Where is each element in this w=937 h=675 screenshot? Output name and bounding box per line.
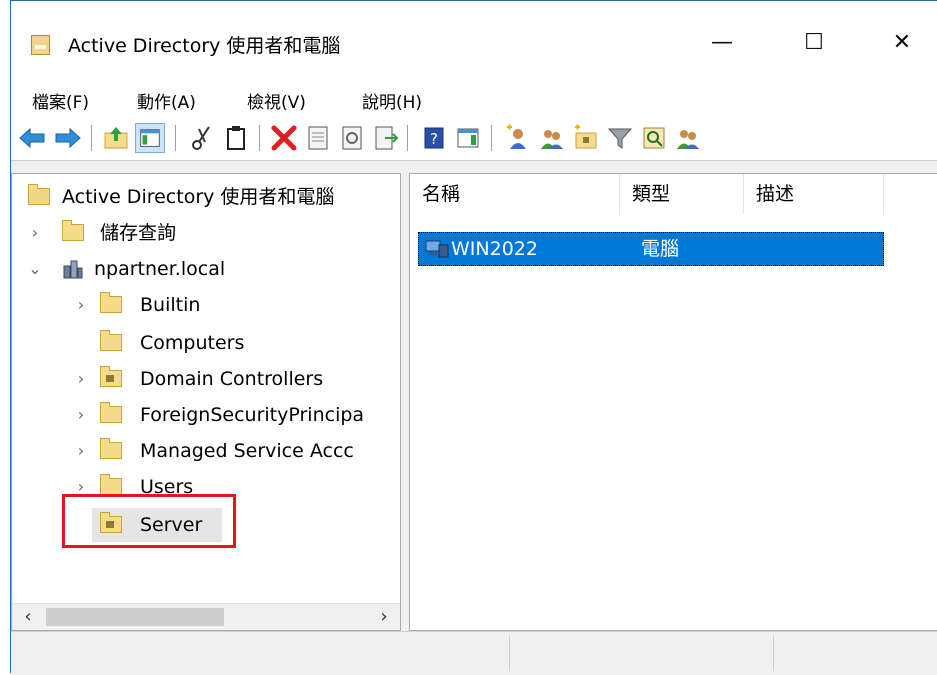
domain-icon — [63, 260, 83, 279]
tree-item-label: 儲存查詢 — [100, 222, 177, 244]
delete-icon[interactable] — [269, 123, 299, 153]
folder-icon — [62, 220, 84, 241]
scrollbar-thumb[interactable] — [46, 608, 224, 626]
toolbar: ? — [11, 115, 937, 161]
snapin-icon — [28, 184, 50, 205]
show-action-pane-icon[interactable] — [453, 123, 483, 153]
folder-icon — [100, 438, 122, 459]
toolbar-separator — [91, 125, 95, 151]
horizontal-scrollbar[interactable]: ‹ › — [12, 603, 400, 630]
new-ou-icon[interactable] — [571, 123, 601, 153]
menu-bar: 檔案(F) 動作(A) 檢視(V) 說明(H) — [11, 81, 937, 115]
cell-type: 電腦 — [641, 238, 680, 260]
chevron-down-icon[interactable]: ⌄ — [26, 252, 44, 286]
close-button[interactable]: ✕ — [879, 23, 925, 63]
tree-item-managed-service-accounts[interactable]: › Managed Service Accc — [12, 434, 398, 468]
tree-item-label: Domain Controllers — [140, 368, 324, 390]
chevron-right-icon[interactable]: › — [72, 362, 90, 396]
window-title: Active Directory 使用者和電腦 — [68, 35, 341, 57]
menu-file[interactable]: 檔案(F) — [32, 88, 89, 113]
mmc-window: Active Directory 使用者和電腦 — ☐ ✕ 檔案(F) 動作(A… — [10, 0, 937, 675]
scroll-right-icon[interactable]: › — [372, 604, 396, 630]
back-icon[interactable] — [17, 123, 47, 153]
toolbar-separator — [259, 125, 263, 151]
column-header-description[interactable]: 描述 — [744, 174, 884, 214]
tree-item-domain-controllers[interactable]: › Domain Controllers — [12, 362, 398, 396]
tree-item-builtin[interactable]: › Builtin — [12, 288, 398, 322]
tree-root[interactable]: Active Directory 使用者和電腦 — [12, 180, 398, 214]
add-to-group-icon[interactable] — [673, 123, 703, 153]
properties-icon[interactable] — [303, 123, 333, 153]
menu-view[interactable]: 檢視(V) — [247, 88, 306, 113]
cut-icon[interactable] — [187, 123, 217, 153]
refresh-icon[interactable] — [337, 123, 367, 153]
computer-icon — [425, 240, 449, 258]
find-icon[interactable] — [639, 123, 669, 153]
results-pane[interactable]: 名稱 類型 描述 WIN2022 電腦 — [409, 173, 937, 631]
paste-icon[interactable] — [221, 123, 251, 153]
help-icon[interactable]: ? — [419, 123, 449, 153]
up-folder-icon[interactable] — [101, 123, 131, 153]
toolbar-separator — [175, 125, 179, 151]
column-header-type[interactable]: 類型 — [620, 174, 744, 214]
annotation-highlight-box — [62, 494, 236, 548]
forward-icon[interactable] — [53, 123, 83, 153]
title-bar[interactable]: Active Directory 使用者和電腦 — ☐ ✕ — [11, 1, 937, 81]
column-header-name[interactable]: 名稱 — [410, 174, 620, 214]
folder-icon — [100, 402, 122, 423]
scroll-left-icon[interactable]: ‹ — [16, 604, 40, 630]
ou-folder-icon — [100, 366, 122, 387]
tree-item-label: Computers — [140, 332, 245, 354]
minimize-button[interactable]: — — [699, 23, 745, 63]
filter-icon[interactable] — [605, 123, 635, 153]
tree-root-label: Active Directory 使用者和電腦 — [62, 186, 335, 208]
toolbar-separator — [491, 125, 495, 151]
tree-item-computers[interactable]: Computers — [12, 326, 398, 360]
tree-item-label: ForeignSecurityPrincipa — [140, 404, 365, 426]
tree-item-label: Managed Service Accc — [140, 440, 354, 462]
app-icon — [31, 35, 50, 55]
toolbar-separator — [407, 125, 411, 151]
export-list-icon[interactable] — [371, 123, 401, 153]
chevron-right-icon[interactable]: › — [26, 216, 44, 250]
tree-item-saved-queries[interactable]: › 儲存查詢 — [12, 216, 398, 250]
tree-item-label: Builtin — [140, 294, 201, 316]
tree-item-label: npartner.local — [94, 258, 226, 280]
chevron-right-icon[interactable]: › — [72, 288, 90, 322]
menu-action[interactable]: 動作(A) — [137, 88, 196, 113]
new-group-icon[interactable] — [537, 123, 567, 153]
show-console-tree-icon[interactable] — [135, 123, 165, 153]
cell-name: WIN2022 — [451, 238, 538, 260]
status-bar — [11, 631, 937, 675]
menu-help[interactable]: 說明(H) — [362, 88, 422, 113]
chevron-right-icon[interactable]: › — [72, 434, 90, 468]
tree-item-domain[interactable]: ⌄ npartner.local — [12, 252, 398, 286]
status-divider — [773, 636, 774, 671]
tree-item-foreign-security-principals[interactable]: › ForeignSecurityPrincipa — [12, 398, 398, 432]
svg-text:?: ? — [430, 130, 438, 148]
folder-icon — [100, 474, 122, 495]
status-divider — [509, 636, 510, 671]
folder-icon — [100, 292, 122, 313]
console-tree[interactable]: Active Directory 使用者和電腦 › 儲存查詢 ⌄ npartne… — [11, 173, 401, 631]
maximize-button[interactable]: ☐ — [791, 23, 837, 63]
table-row[interactable]: WIN2022 電腦 — [418, 232, 884, 266]
folder-icon — [100, 330, 122, 351]
chevron-right-icon[interactable]: › — [72, 398, 90, 432]
new-user-icon[interactable] — [503, 123, 533, 153]
